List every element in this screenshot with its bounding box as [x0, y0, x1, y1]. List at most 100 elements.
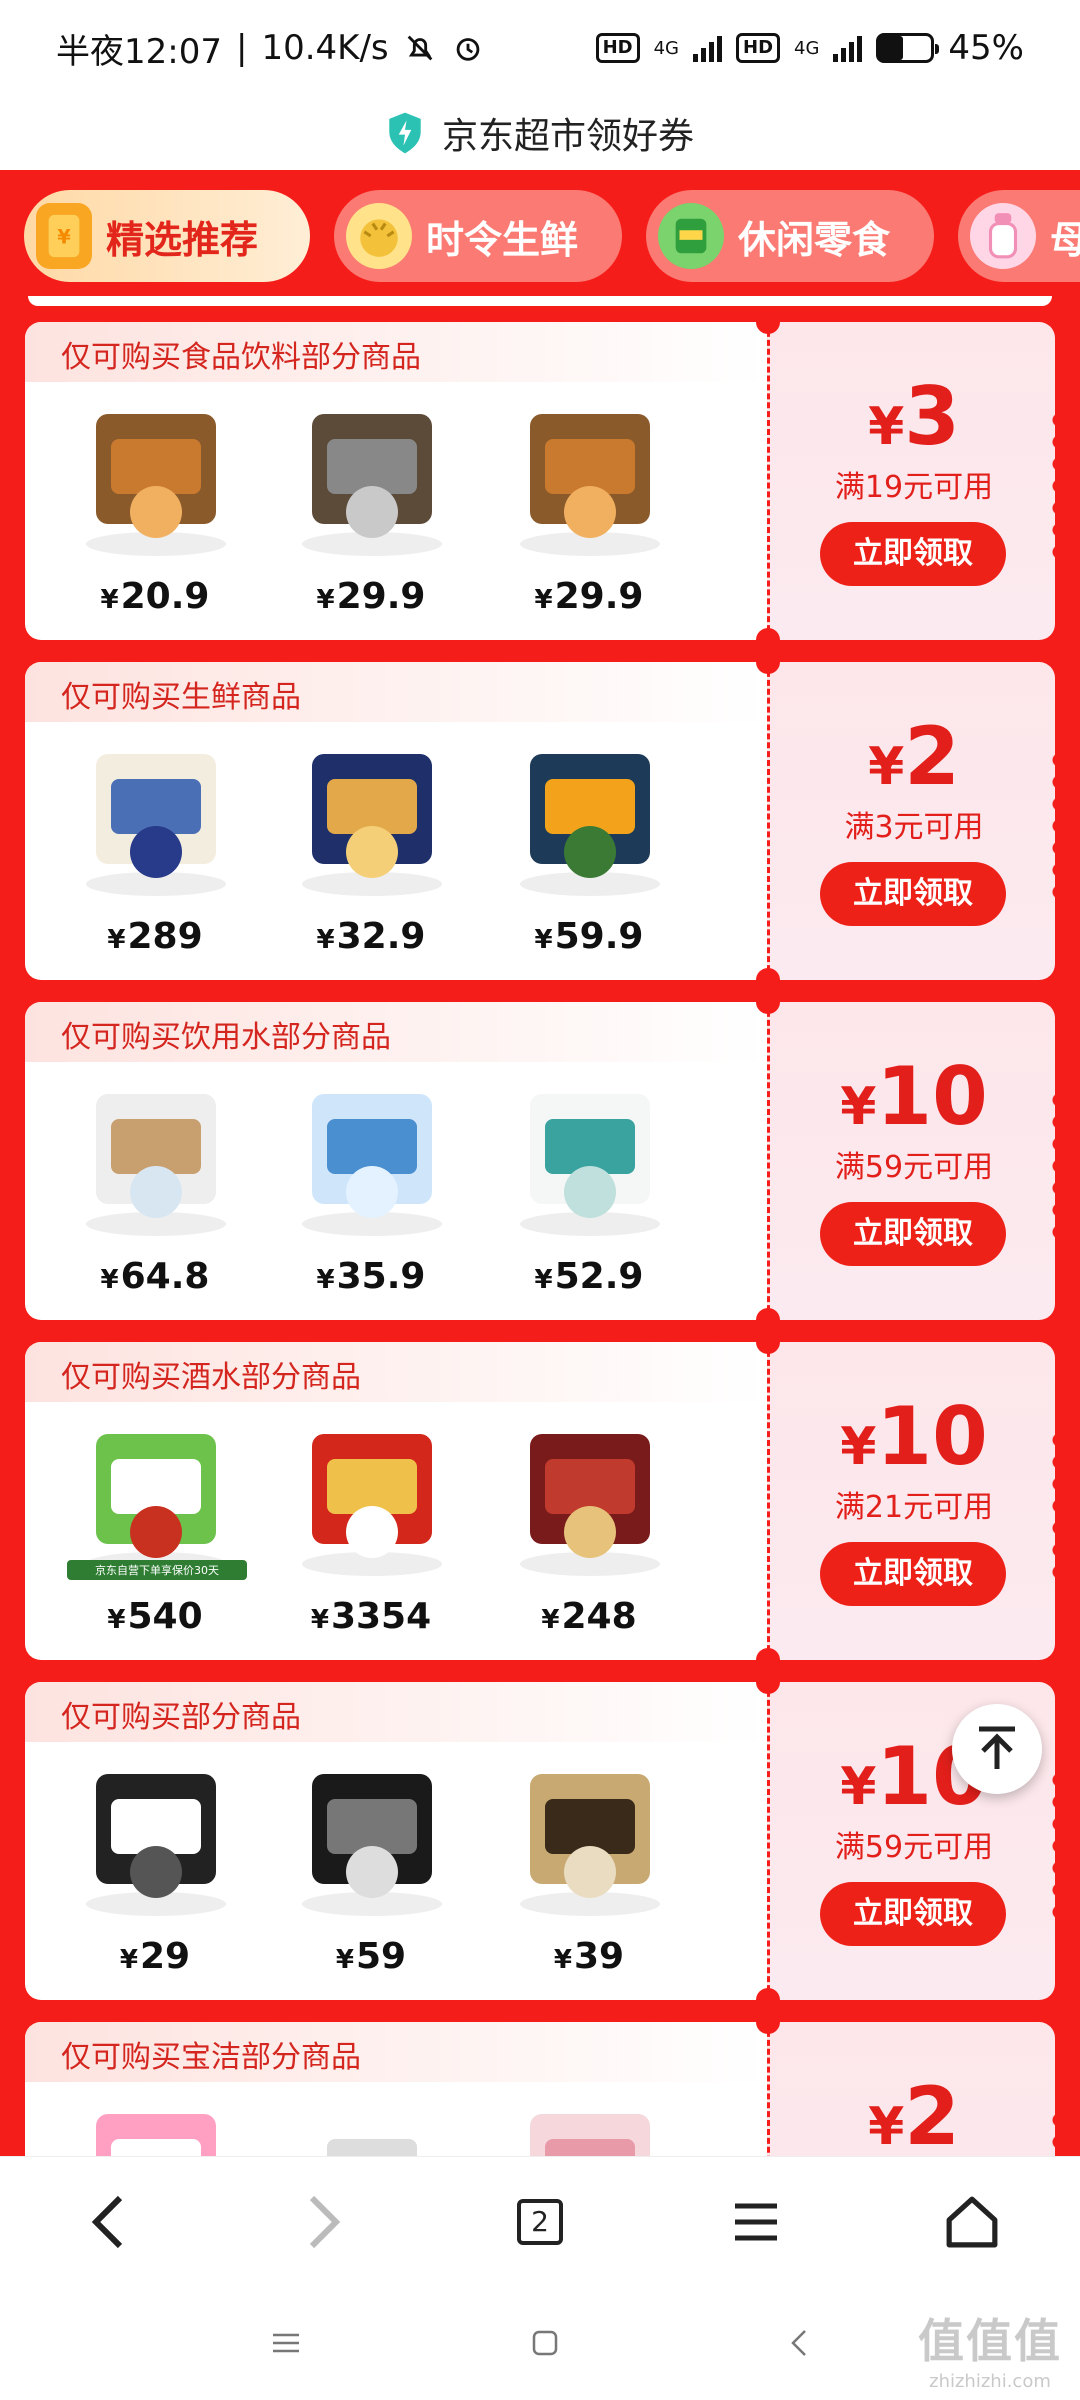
back-button[interactable] [58, 2172, 158, 2272]
ticket-notch [756, 1648, 780, 1672]
price-value: 289 [127, 916, 203, 957]
tabs-button[interactable]: 2 [490, 2172, 590, 2272]
product-image[interactable] [277, 1750, 467, 1928]
hd-badge-1: HD [595, 33, 640, 63]
coupon-card[interactable]: 仅可购买饮用水部分商品 ¥64.8 ¥35.9 ¥52.9 ¥10 满59元可用立即领取 [25, 990, 1063, 1332]
product-image[interactable] [277, 730, 467, 908]
claim-coupon-button[interactable]: 立即领取 [820, 1542, 1006, 1606]
watermark: 值值值 zhizhizhi.com [918, 2305, 1062, 2392]
chevron-left-icon [91, 2195, 123, 2248]
product-price: ¥29.9 [489, 576, 689, 617]
page-title: 京东超市领好券 [441, 116, 694, 157]
product-price: ¥20.9 [55, 576, 255, 617]
signal-icon-2 [833, 34, 863, 62]
price-value: 20.9 [120, 576, 210, 617]
alarm-icon [451, 31, 485, 65]
tab-featured[interactable]: ¥ 精选推荐 [24, 190, 310, 282]
coupon-products: 仅可购买食品饮料部分商品 ¥20.9 ¥29.9 ¥29.9 [25, 322, 767, 640]
signal-icon-1 [693, 34, 722, 62]
claim-coupon-button[interactable]: 立即领取 [820, 862, 1006, 926]
price-value: 39 [573, 1936, 625, 1977]
product-thumbnail [86, 414, 226, 556]
claim-coupon-button[interactable]: 立即领取 [820, 1882, 1006, 1946]
product-image[interactable] [61, 730, 251, 908]
product-image[interactable] [277, 1410, 467, 1588]
product-thumbnail [302, 1774, 442, 1916]
currency-symbol: ¥ [868, 737, 905, 797]
coupon-amount: ¥2 [770, 2072, 1058, 2157]
status-bar: 半夜12:07 | 10.4K/s HD 4G HD 4G 45% [0, 0, 1080, 96]
amount-value: 2 [904, 710, 960, 803]
back-to-top-button[interactable] [952, 1704, 1042, 1794]
product-thumbnail [96, 2114, 216, 2156]
category-tabs: ¥ 精选推荐 时令生鲜 休闲零食 母 [0, 190, 1080, 286]
price-value: 29 [139, 1936, 191, 1977]
currency-symbol: ¥ [316, 1265, 335, 1295]
system-menu-icon[interactable] [271, 2331, 301, 2355]
product-image[interactable] [277, 1070, 467, 1248]
product-image[interactable] [61, 1070, 251, 1248]
product-price: ¥32.9 [271, 916, 471, 957]
product-thumbnail [520, 754, 660, 896]
system-nav-bar: 值值值 zhizhizhi.com [0, 2286, 1080, 2400]
tab-snacks[interactable]: 休闲零食 [646, 190, 934, 282]
currency-symbol: ¥ [107, 1605, 126, 1635]
coupon-products: 仅可购买宝洁部分商品 [25, 2022, 767, 2156]
product-image[interactable] [495, 730, 685, 908]
price-value: 29.9 [336, 576, 426, 617]
forward-button[interactable] [274, 2172, 374, 2272]
network-speed: 10.4K/s [261, 28, 389, 68]
coupon-card[interactable]: 仅可购买宝洁部分商品 ¥2 [25, 2010, 1063, 2157]
price-value: 59 [355, 1936, 407, 1977]
coupon-scope: 仅可购买饮用水部分商品 [61, 1020, 391, 1055]
coupon-card[interactable]: 仅可购买酒水部分商品 京东自营下单享保价30天 ¥540 ¥3354 ¥248 ¥10 满2… [25, 1330, 1063, 1672]
tab-fresh[interactable]: 时令生鲜 [334, 190, 622, 282]
product-thumbnail [86, 1094, 226, 1236]
product-price: ¥35.9 [271, 1256, 471, 1297]
coupon-condition: 满3元可用 [844, 810, 984, 845]
price-value: 35.9 [336, 1256, 426, 1297]
product-image[interactable] [61, 2090, 251, 2156]
product-image[interactable] [277, 2090, 467, 2156]
product-thumbnail [312, 2114, 432, 2156]
product-price: ¥52.9 [489, 1256, 689, 1297]
scalloped-edge [1047, 1092, 1063, 1242]
product-badge: 京东自营下单享保价30天 [67, 1560, 247, 1580]
product-image[interactable] [61, 1750, 251, 1928]
currency-symbol: ¥ [840, 1417, 877, 1477]
product-image[interactable] [277, 390, 467, 568]
product-image[interactable] [495, 1070, 685, 1248]
product-image[interactable] [495, 2090, 685, 2156]
menu-icon [735, 2203, 777, 2240]
product-thumbnail [86, 1434, 226, 1576]
product-thumbnail [530, 2114, 650, 2156]
claim-coupon-button[interactable]: 立即领取 [820, 1202, 1006, 1266]
battery-icon [876, 33, 940, 63]
currency-symbol: ¥ [553, 1945, 572, 1975]
coupon-condition: 满59元可用 [834, 1150, 994, 1185]
coupon-products: 仅可购买酒水部分商品 京东自营下单享保价30天 ¥540 ¥3354 ¥248 [25, 1342, 767, 1660]
coupon-card[interactable]: 仅可购买部分商品 ¥29 ¥59 ¥39 ¥10 满59元可用 立即领取 [25, 1670, 1063, 2012]
system-back-icon[interactable] [789, 2328, 809, 2358]
price-value: 64.8 [120, 1256, 210, 1297]
system-home-icon[interactable] [531, 2329, 559, 2357]
browser-nav-bar: 2 [0, 2156, 1080, 2286]
coupon-card[interactable]: 仅可购买食品饮料部分商品 ¥20.9 ¥29.9 ¥29.9 ¥3 满19元可用 立即领取 [25, 310, 1063, 652]
coupon-condition: 满19元可用 [834, 470, 994, 505]
coupon-amount: ¥10 [770, 1052, 1058, 1152]
home-button[interactable] [922, 2172, 1022, 2272]
coupon-condition: 满59元可用 [834, 1830, 994, 1865]
claim-coupon-button[interactable]: 立即领取 [820, 522, 1006, 586]
ticket-notch [756, 1670, 780, 1694]
scalloped-edge [1047, 412, 1063, 562]
menu-button[interactable] [706, 2172, 806, 2272]
product-image[interactable] [495, 1750, 685, 1928]
watermark-logo: 值值值 [918, 2314, 1062, 2368]
coupon-value-panel: ¥2 满3元可用立即领取 [767, 662, 1063, 980]
product-image[interactable] [61, 390, 251, 568]
product-image[interactable] [495, 1410, 685, 1588]
coupon-card[interactable]: 仅可购买生鲜商品 ¥289 ¥32.9 ¥59.9 ¥2 满3元可用 立即领取 [25, 650, 1063, 992]
tab-maternal[interactable]: 母 [958, 190, 1080, 282]
ticket-notch [756, 2010, 780, 2034]
product-image[interactable] [495, 390, 685, 568]
